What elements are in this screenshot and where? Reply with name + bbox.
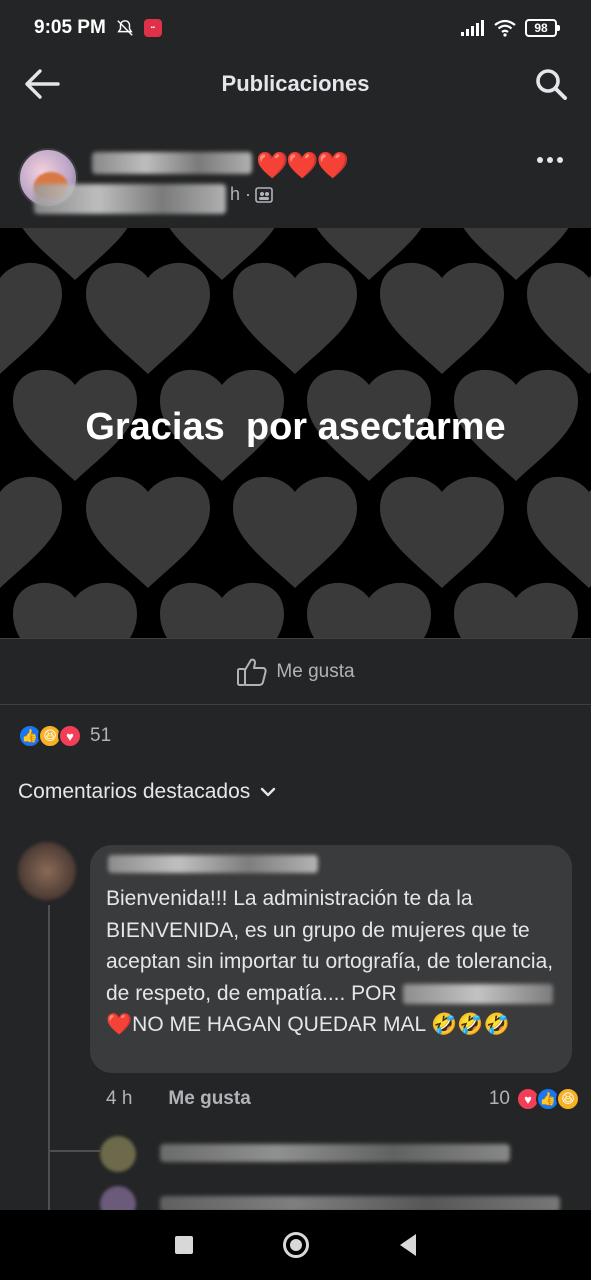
- thumbs-up-icon: [237, 658, 268, 686]
- comment-bubble[interactable]: Bienvenida!!! La administración te da la…: [90, 845, 572, 1073]
- search-icon[interactable]: [533, 66, 569, 102]
- author-hearts: ❤️❤️❤️: [256, 150, 349, 180]
- author-name-redacted[interactable]: [92, 152, 252, 174]
- comment-reaction-count: 10: [488, 1088, 510, 1109]
- app-notification-icon: ▪▪: [143, 19, 162, 37]
- comments-filter-label: Comentarios destacados: [18, 780, 251, 803]
- comment-time: 4 h: [106, 1088, 133, 1109]
- divider-top: [0, 638, 591, 639]
- post-header: ❤️❤️❤️ h ·: [0, 140, 591, 220]
- page-title: Publicaciones: [221, 71, 370, 96]
- app-header: Publicaciones: [0, 56, 591, 112]
- haha-reaction-icon: 😆: [556, 1087, 580, 1111]
- reply-preview[interactable]: [100, 1136, 520, 1172]
- comment-text-part2: ❤️NO ME HAGAN QUEDAR MAL 🤣🤣🤣: [106, 1013, 510, 1036]
- comment-text-redacted: [402, 983, 553, 1004]
- post-time-redacted: [34, 184, 226, 214]
- comment-reactions[interactable]: 10 ♥ 👍 😆: [488, 1087, 580, 1111]
- commenter-name-redacted[interactable]: [108, 855, 318, 873]
- post-meta: h ·: [230, 184, 273, 205]
- reaction-summary[interactable]: 👍 😆 ♥ 51: [18, 722, 111, 750]
- divider-bottom: [0, 704, 591, 705]
- battery-icon: 98: [525, 19, 560, 37]
- battery-level: 98: [534, 21, 548, 35]
- more-horizontal-icon[interactable]: [535, 152, 565, 168]
- thread-branch: [48, 1150, 100, 1152]
- bell-muted-icon: [117, 20, 133, 36]
- love-reaction-icon: ♥: [58, 724, 82, 748]
- arrow-left-icon[interactable]: [22, 66, 62, 102]
- commenter-avatar[interactable]: [18, 842, 76, 900]
- chevron-down-icon: [261, 787, 276, 797]
- comment-like-button[interactable]: Me gusta: [168, 1088, 250, 1110]
- reply-avatar[interactable]: [100, 1136, 136, 1172]
- like-label: Me gusta: [276, 661, 355, 682]
- recents-square-icon[interactable]: [175, 1236, 194, 1254]
- home-circle-icon[interactable]: [283, 1232, 310, 1258]
- post-image-text: Gracias por asectarme: [85, 406, 506, 448]
- thread-line: [48, 905, 50, 1210]
- reaction-count: 51: [90, 725, 112, 746]
- comment-text: Bienvenida!!! La administración te da la…: [106, 883, 562, 1041]
- status-bar: 9:05 PM ▪▪ 98: [0, 0, 591, 56]
- post-time-suffix: h ·: [230, 184, 252, 204]
- signal-icon: [461, 20, 484, 36]
- status-time: 9:05 PM: [34, 17, 106, 38]
- system-nav-bar: [0, 1210, 591, 1280]
- comments-filter[interactable]: Comentarios destacados: [18, 780, 276, 804]
- wifi-icon: [494, 19, 516, 37]
- reply-name-redacted: [160, 1144, 510, 1162]
- back-triangle-icon[interactable]: [399, 1234, 416, 1256]
- like-button[interactable]: Me gusta: [0, 640, 591, 704]
- comment-actions: 4 h Me gusta 10 ♥ 👍 😆: [106, 1084, 580, 1114]
- group-icon: [255, 186, 273, 203]
- post-image[interactable]: Gracias por asectarme: [0, 228, 591, 638]
